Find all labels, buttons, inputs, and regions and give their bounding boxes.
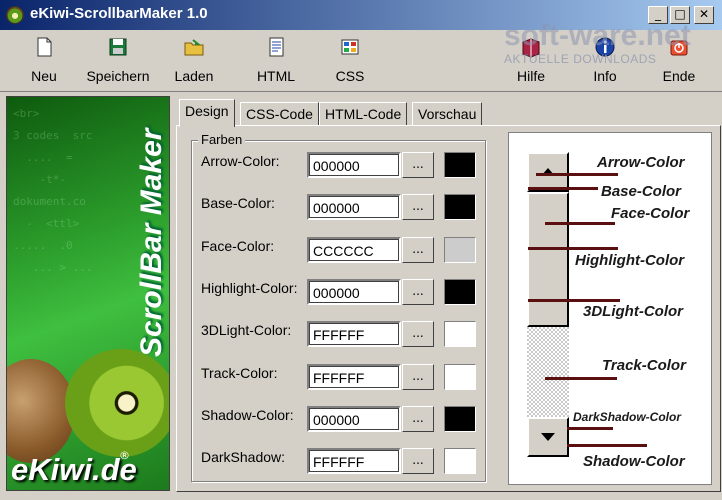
color-picker-button[interactable]: ... <box>402 364 434 390</box>
new-label: Neu <box>31 68 57 84</box>
color-value-input[interactable]: FFFFFF <box>307 321 401 347</box>
pointer-arrow <box>536 173 618 176</box>
tab-html-code[interactable]: HTML-Code <box>319 102 408 126</box>
pointer-highlight <box>528 247 618 250</box>
info-label: Info <box>593 68 617 84</box>
preview-label-base: Base-Color <box>601 183 682 200</box>
preview-label-face: Face-Color <box>611 205 690 222</box>
css-label: CSS <box>335 68 365 84</box>
preview-label-track: Track-Color <box>602 357 686 374</box>
banner-title: ScrollBar Maker <box>135 128 168 357</box>
load-button[interactable]: Laden <box>170 36 218 88</box>
color-picker-button[interactable]: ... <box>402 321 434 347</box>
preview-scrollbar <box>527 152 569 461</box>
preview-label-highlight: Highlight-Color <box>575 252 685 269</box>
kiwi-slice-image <box>65 349 169 457</box>
color-swatch <box>444 279 476 305</box>
color-label: Track-Color: <box>201 365 278 381</box>
css-grid-icon <box>339 36 361 58</box>
save-button[interactable]: Speichern <box>84 36 152 88</box>
pointer-base <box>528 187 598 190</box>
kiwi-app-icon <box>6 6 24 24</box>
color-value-input[interactable]: FFFFFF <box>307 448 401 474</box>
save-label: Speichern <box>86 68 150 84</box>
floppy-disk-icon <box>107 36 129 58</box>
color-value-input[interactable]: 000000 <box>307 194 401 220</box>
banner-brand: eKiwi.de <box>11 452 137 487</box>
load-label: Laden <box>174 68 214 84</box>
color-value-input[interactable]: 000000 <box>307 279 401 305</box>
color-label: Highlight-Color: <box>201 280 298 296</box>
tab-css-code[interactable]: CSS-Code <box>240 102 319 126</box>
kiwi-banner: <br> 3 codes src .... = -t*- dokument.co… <box>6 96 170 491</box>
new-document-icon <box>33 36 55 58</box>
color-swatch <box>444 321 476 347</box>
color-swatch <box>444 152 476 178</box>
color-label: Arrow-Color: <box>201 153 280 169</box>
preview-track <box>527 327 569 421</box>
preview-label-3dlight: 3DLight-Color <box>583 303 683 320</box>
tab-design[interactable]: Design <box>179 99 235 127</box>
tab-preview[interactable]: Vorschau <box>412 102 483 126</box>
preview-up-arrow <box>527 152 569 192</box>
color-swatch <box>444 194 476 220</box>
html-button[interactable]: HTML <box>252 36 300 88</box>
watermark-tagline: AKTUELLE DOWNLOADS <box>504 52 657 66</box>
color-picker-button[interactable]: ... <box>402 406 434 432</box>
pointer-shadow <box>567 444 647 447</box>
exit-label: Ende <box>662 68 696 84</box>
css-button[interactable]: CSS <box>326 36 374 88</box>
close-button[interactable]: ✕ <box>694 6 714 24</box>
color-picker-button[interactable]: ... <box>402 194 434 220</box>
colors-group-title: Farben <box>198 132 246 147</box>
color-swatch <box>444 448 476 474</box>
color-value-input[interactable]: CCCCCC <box>307 237 401 263</box>
color-label: 3DLight-Color: <box>201 322 292 338</box>
color-picker-button[interactable]: ... <box>402 152 434 178</box>
preview-thumb <box>527 192 569 327</box>
new-button[interactable]: Neu <box>20 36 68 88</box>
window-title: eKiwi-ScrollbarMaker 1.0 <box>30 5 208 22</box>
preview-label-arrow: Arrow-Color <box>597 154 685 171</box>
color-swatch <box>444 237 476 263</box>
preview-down-arrow <box>527 417 569 457</box>
color-swatch <box>444 406 476 432</box>
color-label: Base-Color: <box>201 195 275 211</box>
preview-label-shadow: Shadow-Color <box>583 453 685 470</box>
html-document-icon <box>265 36 287 58</box>
color-picker-button[interactable]: ... <box>402 279 434 305</box>
open-folder-icon <box>183 36 205 58</box>
pointer-track <box>545 377 617 380</box>
color-label: Face-Color: <box>201 238 275 254</box>
pointer-darkshadow <box>567 427 613 430</box>
registered-mark: ® <box>119 449 130 462</box>
preview-label-darkshadow: DarkShadow-Color <box>573 410 682 424</box>
arrow-down-icon <box>541 433 555 441</box>
color-label: DarkShadow: <box>201 449 286 465</box>
watermark-brand: soft-ware.net <box>504 19 691 52</box>
color-label: Shadow-Color: <box>201 407 294 423</box>
color-picker-button[interactable]: ... <box>402 448 434 474</box>
banner-code-pattern: <br> 3 codes src .... = -t*- dokument.co… <box>13 107 93 274</box>
html-label: HTML <box>256 68 296 84</box>
pointer-3dlight <box>528 299 620 302</box>
pointer-face <box>545 222 615 225</box>
help-label: Hilfe <box>516 68 545 84</box>
color-value-input[interactable]: 000000 <box>307 152 401 178</box>
color-swatch <box>444 364 476 390</box>
color-value-input[interactable]: 000000 <box>307 406 401 432</box>
color-picker-button[interactable]: ... <box>402 237 434 263</box>
color-value-input[interactable]: FFFFFF <box>307 364 401 390</box>
